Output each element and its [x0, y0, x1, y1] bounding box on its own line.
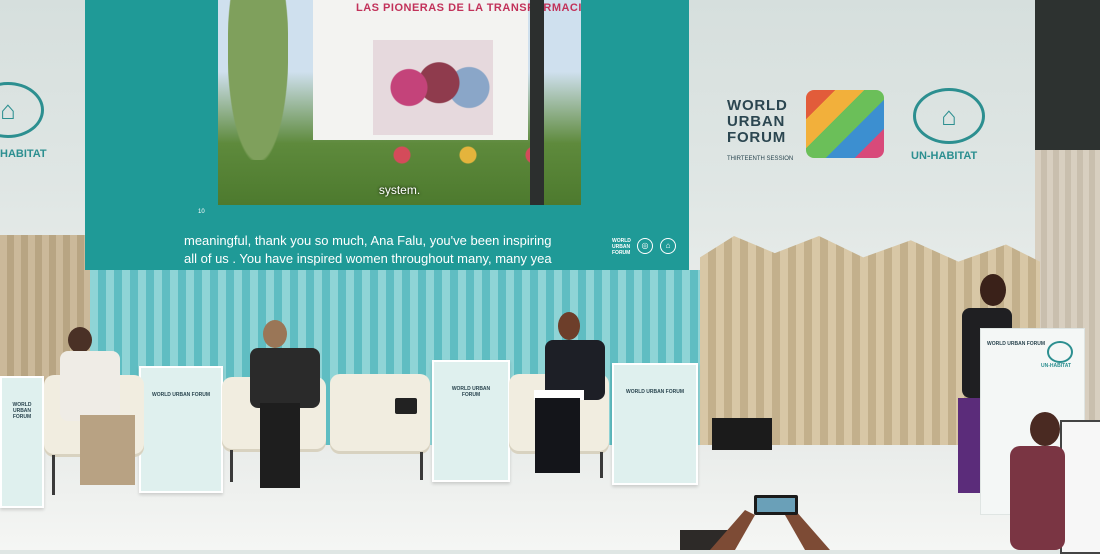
- lectern-un-label: UN-HABITAT: [1041, 363, 1072, 369]
- floor-monitor: [712, 418, 772, 450]
- lectern-un-icon: [1047, 341, 1073, 363]
- pod-logo: WORLD URBAN FORUM: [12, 402, 32, 420]
- trousers: [535, 398, 580, 473]
- armchair: [330, 374, 430, 454]
- head: [558, 312, 580, 340]
- chair-leg: [230, 450, 233, 482]
- screen-globe-icon: ◎: [637, 238, 653, 254]
- live-captions: meaningful, thank you so much, Ana Falu,…: [184, 232, 579, 268]
- wuf-line-3: FORUM: [727, 129, 786, 146]
- slide-number: 10: [198, 209, 205, 215]
- mural: [373, 40, 493, 135]
- head: [263, 320, 287, 348]
- panelist-1: [60, 325, 140, 505]
- wuf-edition: THIRTEENTH SESSION: [727, 156, 794, 162]
- right-arm: [785, 510, 830, 550]
- wuf-colorful-mark: [806, 90, 884, 158]
- chair-leg: [52, 455, 55, 495]
- head: [980, 274, 1006, 306]
- head: [1030, 412, 1060, 446]
- stage-pod: WORLD URBAN FORUM: [432, 360, 510, 482]
- panelist-2: [245, 318, 325, 498]
- white-jacket: [60, 351, 120, 421]
- wuf-line-2: URBAN: [727, 113, 786, 130]
- caption-line-1: meaningful, thank you so much, Ana Falu,…: [184, 233, 552, 248]
- pod-logo: WORLD URBAN FORUM: [625, 389, 685, 395]
- wuf-line-1: WORLD: [727, 97, 788, 114]
- purple-trousers: [958, 398, 980, 493]
- stage-pod: WORLD URBAN FORUM: [612, 363, 698, 485]
- flower-bed: [358, 135, 578, 175]
- panelist-3: [530, 310, 610, 485]
- slide-photo: LAS PIONERAS DE LA TRANSFORMACIÓN system…: [218, 0, 581, 205]
- phone-screen: [757, 498, 795, 512]
- tree: [228, 0, 288, 160]
- screen-wuf-logo: WORLD URBAN FORUM: [612, 238, 631, 256]
- building-sign: LAS PIONERAS DE LA TRANSFORMACIÓN: [356, 2, 581, 14]
- trousers: [80, 415, 135, 485]
- un-habitat-label-right: UN-HABITAT: [911, 150, 978, 162]
- caption-line-2: all of us . You have inspired women thro…: [184, 251, 552, 266]
- projection-screen: LAS PIONERAS DE LA TRANSFORMACIÓN system…: [85, 0, 689, 270]
- head: [68, 327, 92, 353]
- audience-note-taker: [1010, 410, 1070, 550]
- photo-subtitle: system.: [378, 183, 421, 197]
- stage-pod: WORLD URBAN FORUM: [0, 376, 44, 508]
- tablet-on-chair: [395, 398, 417, 414]
- chair-leg: [420, 452, 423, 480]
- dark-wall-panel: [1035, 0, 1100, 150]
- pod-logo: WORLD URBAN FORUM: [451, 386, 491, 398]
- un-habitat-label-left: HABITAT: [0, 148, 47, 160]
- pod-logo: WORLD URBAN FORUM: [151, 392, 211, 398]
- stage-pod: WORLD URBAN FORUM: [139, 366, 223, 493]
- audience-hands-with-phone: [680, 495, 830, 550]
- trousers: [260, 403, 300, 488]
- un-habitat-logo-right: ⌂: [913, 88, 985, 144]
- black-top: [250, 348, 320, 408]
- screen-un-icon: ⌂: [660, 238, 676, 254]
- world-urban-forum-logo: WORLD URBAN FORUM: [727, 98, 788, 146]
- red-top: [1010, 446, 1065, 550]
- pole: [530, 0, 544, 205]
